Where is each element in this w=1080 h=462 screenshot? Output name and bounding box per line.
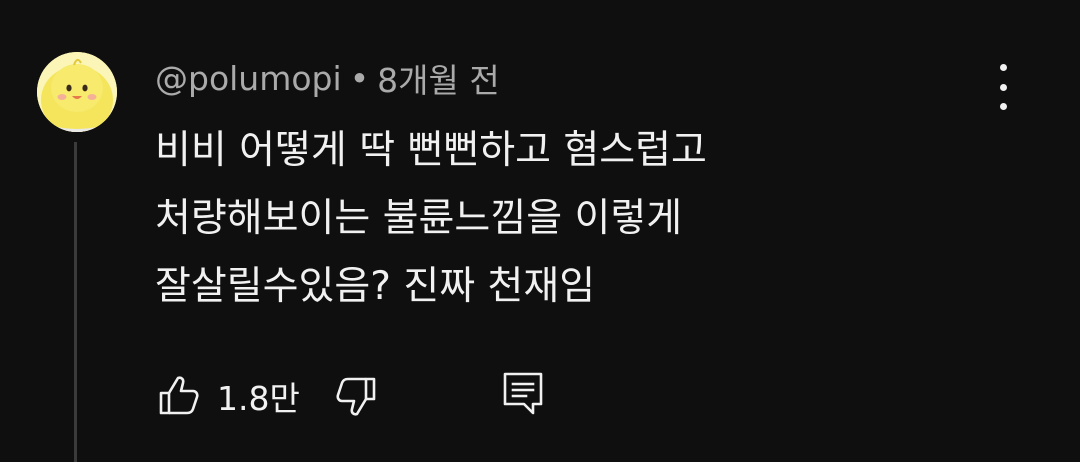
comment-header: @polumopi • 8개월 전 (155, 54, 500, 102)
dislike-button[interactable] (330, 371, 380, 421)
comment-text-line: 비비 어떻게 딱 뻔뻔하고 혐스럽고 (155, 128, 707, 173)
avatar[interactable] (37, 52, 117, 132)
more-options-button[interactable] (986, 64, 1020, 110)
like-button[interactable] (155, 371, 205, 421)
comment-text-line: 처량해보이는 불륜느낌을 이렇게 (155, 196, 683, 241)
chick-avatar-icon (37, 52, 117, 132)
reply-button[interactable] (498, 368, 548, 418)
comment-text-line: 잘살릴수있음? 진짜 천재임 (155, 264, 596, 309)
more-vert-icon (999, 83, 1007, 91)
comment-timestamp[interactable]: 8개월 전 (377, 54, 500, 102)
like-count: 1.8만 (217, 379, 300, 418)
comment-text: 비비 어떻게 딱 뻔뻔하고 혐스럽고 처량해보이는 불륜느낌을 이렇게 잘살릴수… (155, 117, 975, 321)
comment-actions: 1.8만 (155, 368, 380, 424)
thumbs-up-icon (159, 376, 199, 415)
thread-line (74, 142, 77, 462)
header-separator: • (349, 58, 370, 98)
comment-icon (503, 372, 543, 415)
more-vert-icon (999, 103, 1007, 110)
more-vert-icon (999, 64, 1007, 71)
comment-thread: @polumopi • 8개월 전 비비 어떻게 딱 뻔뻔하고 혐스럽고 처량해… (0, 0, 1080, 462)
author-name[interactable]: @polumopi (155, 59, 342, 98)
thumbs-down-icon (336, 377, 376, 416)
